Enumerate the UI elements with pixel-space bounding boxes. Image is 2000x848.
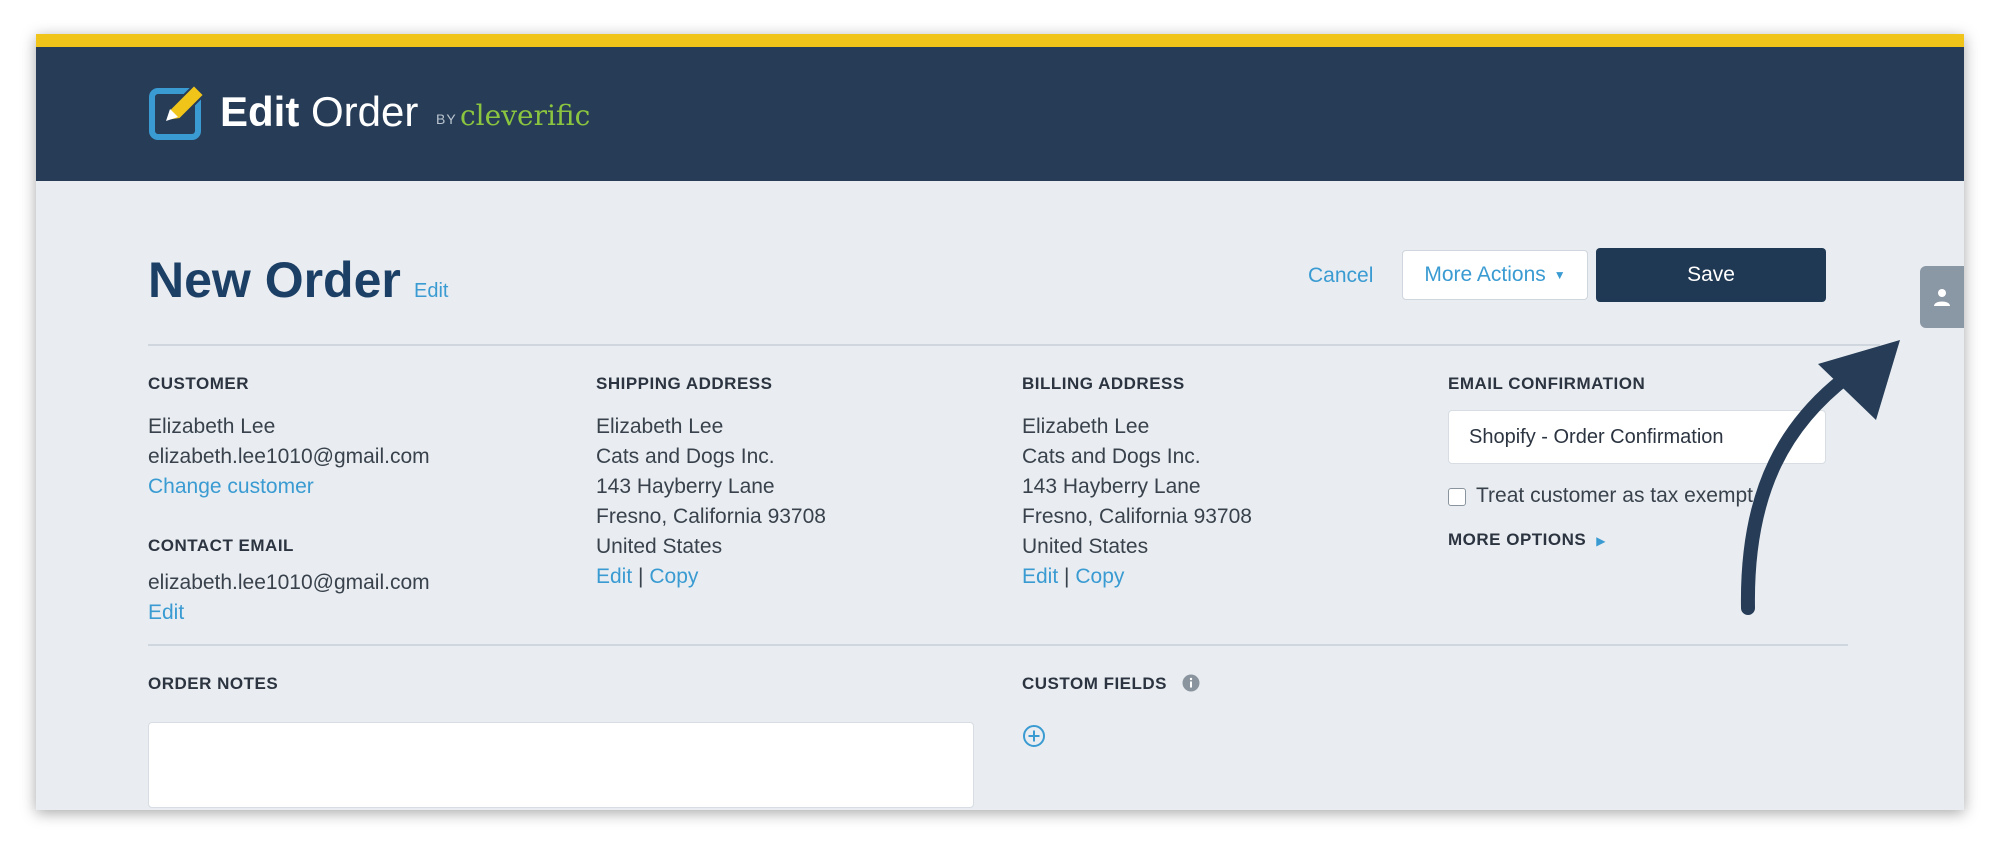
section-divider: [148, 644, 1848, 646]
billing-line: Elizabeth Lee: [1022, 415, 1150, 438]
billing-address-label: BILLING ADDRESS: [1022, 374, 1185, 393]
email-confirmation-label: EMAIL CONFIRMATION: [1448, 374, 1646, 393]
info-icon[interactable]: [1182, 674, 1200, 692]
app-name: Edit Order: [220, 87, 418, 137]
more-options-label: MORE OPTIONS: [1448, 530, 1587, 549]
order-notes-label: ORDER NOTES: [148, 674, 279, 693]
customer-name: Elizabeth Lee: [148, 415, 276, 438]
tax-exempt-checkbox[interactable]: [1448, 488, 1466, 506]
app-window: Edit Order BY cleverific New Order Edit …: [36, 34, 1964, 810]
billing-line: United States: [1022, 535, 1149, 558]
shipping-line: 143 Hayberry Lane: [596, 475, 775, 498]
billing-line: Fresno, California 93708: [1022, 505, 1252, 528]
billing-line: 143 Hayberry Lane: [1022, 475, 1201, 498]
header-divider: [148, 344, 1880, 346]
save-button[interactable]: Save: [1596, 248, 1826, 302]
order-notes-textarea[interactable]: [148, 722, 974, 808]
accent-bar: [36, 34, 1964, 47]
brand-by: BY: [436, 111, 457, 127]
contact-email-value: elizabeth.lee1010@gmail.com: [148, 571, 430, 594]
shipping-line: Elizabeth Lee: [596, 415, 724, 438]
page-title: New Order: [148, 252, 401, 308]
plus-circle-icon[interactable]: [1022, 724, 1046, 748]
billing-separator: |: [1064, 565, 1070, 588]
more-actions-button[interactable]: More Actions ▼: [1402, 250, 1588, 300]
edit-order-logo-icon: [149, 83, 206, 140]
contact-email-edit-link[interactable]: Edit: [148, 598, 184, 628]
shipping-actions: Edit | Copy: [596, 562, 698, 592]
shipping-edit-link[interactable]: Edit: [596, 565, 632, 588]
user-icon: [1934, 289, 1950, 306]
change-customer-link[interactable]: Change customer: [148, 472, 314, 502]
custom-fields-label: CUSTOM FIELDS: [1022, 674, 1168, 693]
shipping-address-label: SHIPPING ADDRESS: [596, 374, 773, 393]
app-name-light: Order: [311, 88, 419, 135]
customer-label: CUSTOMER: [148, 374, 249, 393]
billing-edit-link[interactable]: Edit: [1022, 565, 1058, 588]
caret-down-icon: ▼: [1553, 268, 1566, 282]
billing-copy-link[interactable]: Copy: [1075, 565, 1124, 588]
app-header: Edit Order BY cleverific: [36, 47, 1964, 181]
shipping-line: Fresno, California 93708: [596, 505, 826, 528]
shipping-line: Cats and Dogs Inc.: [596, 445, 775, 468]
app-name-bold: Edit: [220, 88, 300, 135]
tax-exempt-label[interactable]: Treat customer as tax exempt: [1476, 484, 1753, 508]
title-edit-link[interactable]: Edit: [414, 280, 448, 303]
cancel-button[interactable]: Cancel: [1308, 264, 1373, 288]
caret-right-icon: ▶: [1596, 534, 1606, 548]
email-confirmation-value: Shopify - Order Confirmation: [1469, 425, 1724, 448]
shipping-copy-link[interactable]: Copy: [649, 565, 698, 588]
brand-company: cleverific: [460, 99, 591, 132]
contact-email-label: CONTACT EMAIL: [148, 536, 294, 555]
customer-email: elizabeth.lee1010@gmail.com: [148, 445, 430, 468]
shipping-line: United States: [596, 535, 723, 558]
billing-actions: Edit | Copy: [1022, 562, 1124, 592]
customer-panel-tab[interactable]: [1920, 266, 1964, 328]
more-actions-label: More Actions: [1424, 263, 1546, 286]
billing-line: Cats and Dogs Inc.: [1022, 445, 1201, 468]
shipping-separator: |: [638, 565, 644, 588]
more-options-toggle[interactable]: MORE OPTIONS ▶: [1448, 530, 1606, 550]
annotation-arrow-icon: [1740, 340, 1900, 615]
